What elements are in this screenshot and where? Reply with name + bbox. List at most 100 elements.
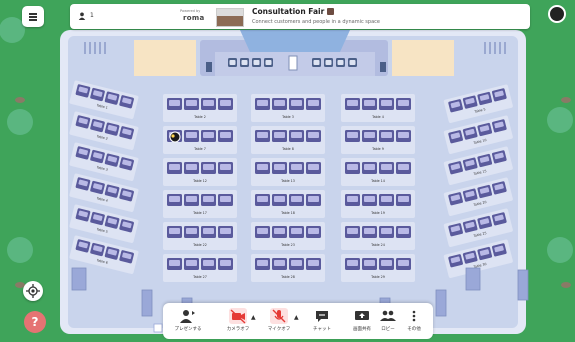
chair-cushion xyxy=(186,100,197,106)
event-title-text: Consultation Fair xyxy=(252,7,325,16)
chair-cushion xyxy=(220,260,231,266)
stage-seat-cushion xyxy=(325,60,332,65)
middle-table[interactable]: Table 12 xyxy=(163,158,237,186)
menu-button[interactable] xyxy=(22,6,44,27)
camera-options-caret-icon[interactable]: ▲ xyxy=(251,314,256,321)
middle-table[interactable]: Table 4 xyxy=(341,94,415,122)
middle-table[interactable]: Table 28 xyxy=(251,254,325,282)
locate-me-button[interactable] xyxy=(23,281,43,301)
chair-cushion xyxy=(169,228,180,234)
chair-cushion xyxy=(257,196,268,202)
middle-table[interactable]: Table 13 xyxy=(251,158,325,186)
display-stand xyxy=(517,269,529,301)
podium xyxy=(288,55,298,71)
present-button[interactable]: プレゼンする xyxy=(171,306,205,337)
menu-icon-line xyxy=(29,19,37,21)
middle-table[interactable]: Table 29 xyxy=(341,254,415,282)
more-label: その他 xyxy=(407,327,421,332)
user-avatar-on-map[interactable] xyxy=(169,131,181,143)
event-header: 1 Powered by roma Consultation Fair Conn… xyxy=(70,4,530,29)
chair-cushion xyxy=(203,132,214,138)
stage-seat-cushion xyxy=(241,60,248,65)
pillar-decoration-left xyxy=(94,42,96,54)
chair-cushion xyxy=(347,196,358,202)
notice-board-right xyxy=(392,40,454,76)
chair-cushion xyxy=(220,132,231,138)
table-label: Table 17 xyxy=(192,211,207,215)
my-avatar[interactable] xyxy=(548,5,566,23)
chair-cushion xyxy=(203,164,214,170)
chair-cushion xyxy=(186,132,197,138)
chair-cushion xyxy=(398,196,409,202)
chair-cushion xyxy=(381,164,392,170)
chair-cushion xyxy=(257,164,268,170)
chair-cushion xyxy=(364,196,375,202)
middle-table[interactable]: Table 9 xyxy=(341,126,415,154)
mic-off-icon xyxy=(270,308,288,324)
pillar-decoration-right xyxy=(494,42,496,54)
location-target-icon xyxy=(26,284,40,298)
table-label: Table 12 xyxy=(192,179,207,183)
participant-count[interactable]: 1 xyxy=(90,12,94,19)
table-label: Table 27 xyxy=(192,275,207,279)
chair-cushion xyxy=(381,196,392,202)
table-label: Table 2 xyxy=(193,115,206,119)
stage-seat-cushion xyxy=(229,60,236,65)
chair-cushion xyxy=(186,164,197,170)
notice-board-left xyxy=(134,40,196,76)
chair-cushion xyxy=(381,132,392,138)
menu-icon-line xyxy=(29,16,37,18)
more-vertical-icon xyxy=(412,310,416,322)
middle-table[interactable]: Table 24 xyxy=(341,222,415,250)
stage-seat-cushion xyxy=(265,60,272,65)
pillar-decoration-right xyxy=(489,42,491,54)
chair-cushion xyxy=(274,132,285,138)
help-button[interactable]: ? xyxy=(24,311,46,333)
middle-table[interactable]: Table 19 xyxy=(341,190,415,218)
chair-cushion xyxy=(381,260,392,266)
pillar-decoration-left xyxy=(89,42,91,54)
chair-cushion xyxy=(220,196,231,202)
camera-toggle-button[interactable]: カメラオフ xyxy=(221,306,255,337)
chair-cushion xyxy=(347,228,358,234)
chat-button[interactable]: チャット xyxy=(305,306,339,337)
pillar-decoration-left xyxy=(104,42,106,54)
user-avatar-detail xyxy=(171,134,175,138)
chair-cushion xyxy=(203,228,214,234)
chair-cushion xyxy=(203,100,214,106)
chair-cushion xyxy=(381,228,392,234)
display-stand xyxy=(435,289,447,317)
middle-table[interactable]: Table 3 xyxy=(251,94,325,122)
middle-table[interactable]: Table 23 xyxy=(251,222,325,250)
middle-table[interactable]: Table 27 xyxy=(163,254,237,282)
mic-toggle-button[interactable]: マイクオフ xyxy=(262,306,296,337)
chair-cushion xyxy=(347,164,358,170)
chair-cushion xyxy=(257,100,268,106)
event-title: Consultation Fair xyxy=(252,7,334,16)
chair-cushion xyxy=(398,100,409,106)
chair-cushion xyxy=(364,260,375,266)
floor-marker xyxy=(153,323,163,333)
table-label: Table 22 xyxy=(192,243,207,247)
chair-cushion xyxy=(398,164,409,170)
middle-table[interactable]: Table 17 xyxy=(163,190,237,218)
middle-table[interactable]: Table 8 xyxy=(251,126,325,154)
event-hall-map[interactable]: Table 1Table 2Table 3Table 4Table 5Table… xyxy=(0,0,575,342)
middle-table[interactable]: Table 2 xyxy=(163,94,237,122)
middle-table[interactable]: Table 14 xyxy=(341,158,415,186)
menu-icon xyxy=(29,13,37,15)
chair-cushion xyxy=(274,164,285,170)
lobby-icon xyxy=(380,310,396,321)
chair-cushion xyxy=(291,164,302,170)
chair-cushion xyxy=(398,228,409,234)
chair-cushion xyxy=(347,260,358,266)
middle-table[interactable]: Table 18 xyxy=(251,190,325,218)
table-label: Table 23 xyxy=(280,243,295,247)
event-thumbnail xyxy=(216,8,244,27)
table-label: Table 13 xyxy=(280,179,295,183)
chair-cushion xyxy=(398,132,409,138)
middle-table[interactable]: Table 22 xyxy=(163,222,237,250)
more-button[interactable]: その他 xyxy=(397,306,431,337)
mic-options-caret-icon[interactable]: ▲ xyxy=(294,314,299,321)
chair-cushion xyxy=(203,260,214,266)
